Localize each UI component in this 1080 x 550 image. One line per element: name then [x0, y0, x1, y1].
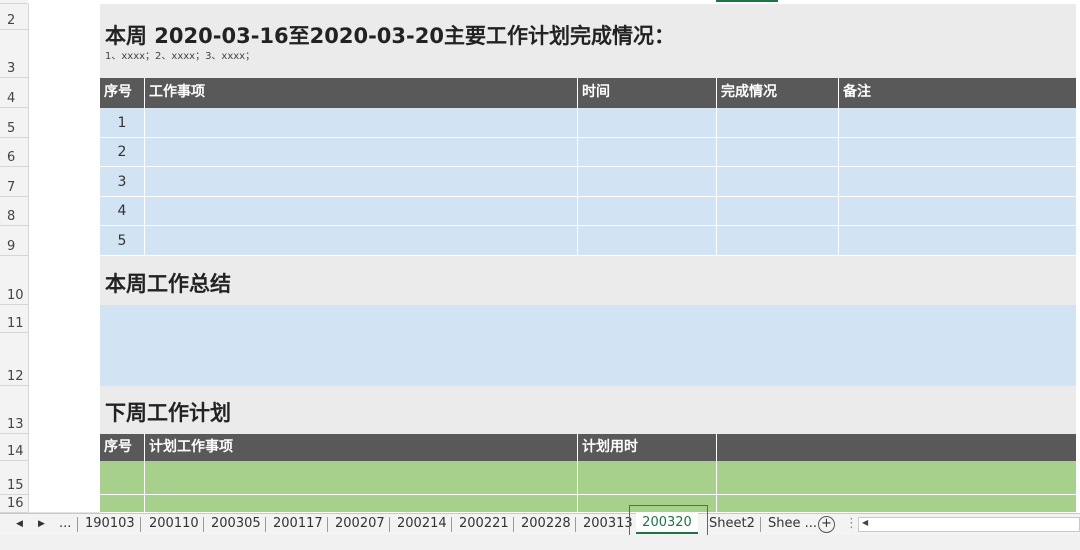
row-header-12[interactable]: 12: [0, 333, 28, 386]
sheet-tab-200313[interactable]: 200313: [583, 514, 633, 535]
sheet-tab-200221[interactable]: 200221: [459, 514, 509, 535]
row-header-10[interactable]: 10: [0, 256, 28, 305]
table1-row-1-time[interactable]: [578, 108, 717, 138]
sheet-tab-200110[interactable]: 200110: [149, 514, 199, 535]
table2-header-extra[interactable]: [717, 434, 1076, 461]
row-header-9[interactable]: 9: [0, 226, 28, 256]
table2-header-seq[interactable]: 序号: [100, 434, 145, 461]
table1-row-3-notes[interactable]: [839, 167, 1076, 197]
table1-row-1-seq[interactable]: 1: [100, 108, 145, 138]
table1-row-3-status[interactable]: [717, 167, 839, 197]
tabbar-resize-handle-icon[interactable]: ⋮: [845, 514, 858, 535]
table1-row-2-status[interactable]: [717, 138, 839, 167]
more-sheets-button[interactable]: ...: [59, 514, 71, 535]
add-sheet-icon[interactable]: +: [818, 516, 835, 533]
table1-row-4-time[interactable]: [578, 197, 717, 226]
summary-area[interactable]: [100, 305, 1076, 386]
sheet-tab-200305[interactable]: 200305: [211, 514, 261, 535]
table1-row-3-time[interactable]: [578, 167, 717, 197]
sheet-tab-sheet2[interactable]: Sheet2: [709, 514, 755, 535]
row-header-5[interactable]: 5: [0, 108, 28, 138]
table1-row-5-item[interactable]: [145, 226, 578, 256]
table2-header-item[interactable]: 计划工作事项: [145, 434, 578, 461]
table1-header-time[interactable]: 时间: [578, 78, 717, 108]
sheet-tab-sheet-more[interactable]: Shee ...: [768, 514, 817, 535]
table1-header-seq[interactable]: 序号: [100, 78, 145, 108]
table1-row-5-time[interactable]: [578, 226, 717, 256]
active-tab-highlight-box: [629, 505, 708, 539]
sheet-tab-200228[interactable]: 200228: [521, 514, 571, 535]
table1-row-2-time[interactable]: [578, 138, 717, 167]
table1-row-5-status[interactable]: [717, 226, 839, 256]
table1-row-4-notes[interactable]: [839, 197, 1076, 226]
table1-row-2-item[interactable]: [145, 138, 578, 167]
row-header-6[interactable]: 6: [0, 138, 28, 167]
column-a-cells[interactable]: [28, 4, 100, 513]
sheet-tab-200214[interactable]: 200214: [397, 514, 447, 535]
section3-title: 下周工作计划: [105, 401, 231, 425]
row-header-4[interactable]: 4: [0, 78, 28, 108]
row-header-7[interactable]: 7: [0, 167, 28, 197]
table1-header-status[interactable]: 完成情况: [717, 78, 839, 108]
table1-row-3-item[interactable]: [145, 167, 578, 197]
row-header-14[interactable]: 14: [0, 434, 28, 461]
scroll-left-icon[interactable]: ◀: [862, 518, 868, 527]
table1-header-item[interactable]: 工作事项: [145, 78, 578, 108]
table1-row-2-seq[interactable]: 2: [100, 138, 145, 167]
section1-subtitle: 1、xxxx；2、xxxx；3、xxxx；: [105, 51, 256, 62]
sheet-tab-190103[interactable]: 190103: [85, 514, 135, 535]
active-column-marker: [716, 0, 778, 2]
section1-title: 本周 2020-03-16至2020-03-20主要工作计划完成情况：: [105, 24, 675, 48]
table2-row-2-seq[interactable]: [100, 495, 145, 513]
section3-band[interactable]: [100, 386, 1076, 434]
row-header-13[interactable]: 13: [0, 386, 28, 434]
table1-header-notes[interactable]: 备注: [839, 78, 1076, 108]
table1-row-1-item[interactable]: [145, 108, 578, 138]
row-header-11[interactable]: 11: [0, 305, 28, 333]
triangle-right-icon[interactable]: ▶: [38, 514, 45, 535]
triangle-left-icon[interactable]: ◀: [16, 514, 23, 535]
table1-row-4-status[interactable]: [717, 197, 839, 226]
table1-row-4-item[interactable]: [145, 197, 578, 226]
sheet-tab-200207[interactable]: 200207: [335, 514, 385, 535]
table1-row-4-seq[interactable]: 4: [100, 197, 145, 226]
row-header-8[interactable]: 8: [0, 197, 28, 226]
table1-row-1-status[interactable]: [717, 108, 839, 138]
sheet-tab-bar: ◀ ▶ ... 190103 200110 200305 200117 2002…: [0, 505, 1080, 539]
table1-row-5-seq[interactable]: 5: [100, 226, 145, 256]
sheet-tab-200117[interactable]: 200117: [273, 514, 323, 535]
table1-row-2-notes[interactable]: [839, 138, 1076, 167]
table2-header-time[interactable]: 计划用时: [578, 434, 717, 461]
table1-row-3-seq[interactable]: 3: [100, 167, 145, 197]
status-bar: [0, 535, 1080, 550]
table2-row-2-item[interactable]: [145, 495, 578, 513]
table2-row-1-item[interactable]: [145, 461, 578, 495]
section2-title: 本周工作总结: [105, 272, 231, 296]
row-header-2[interactable]: 2: [0, 4, 28, 30]
table2-row-1-seq[interactable]: [100, 461, 145, 495]
row-header-15[interactable]: 15: [0, 461, 28, 495]
table2-row-1-extra[interactable]: [717, 461, 1076, 495]
horizontal-scrollbar[interactable]: ◀: [858, 517, 1080, 532]
table2-row-2-extra[interactable]: [717, 495, 1076, 513]
row-header-16[interactable]: 16: [0, 495, 28, 513]
table1-row-1-notes[interactable]: [839, 108, 1076, 138]
table2-row-1-time[interactable]: [578, 461, 717, 495]
row-header-3[interactable]: 3: [0, 30, 28, 78]
section2-band[interactable]: [100, 256, 1076, 305]
table1-row-5-notes[interactable]: [839, 226, 1076, 256]
